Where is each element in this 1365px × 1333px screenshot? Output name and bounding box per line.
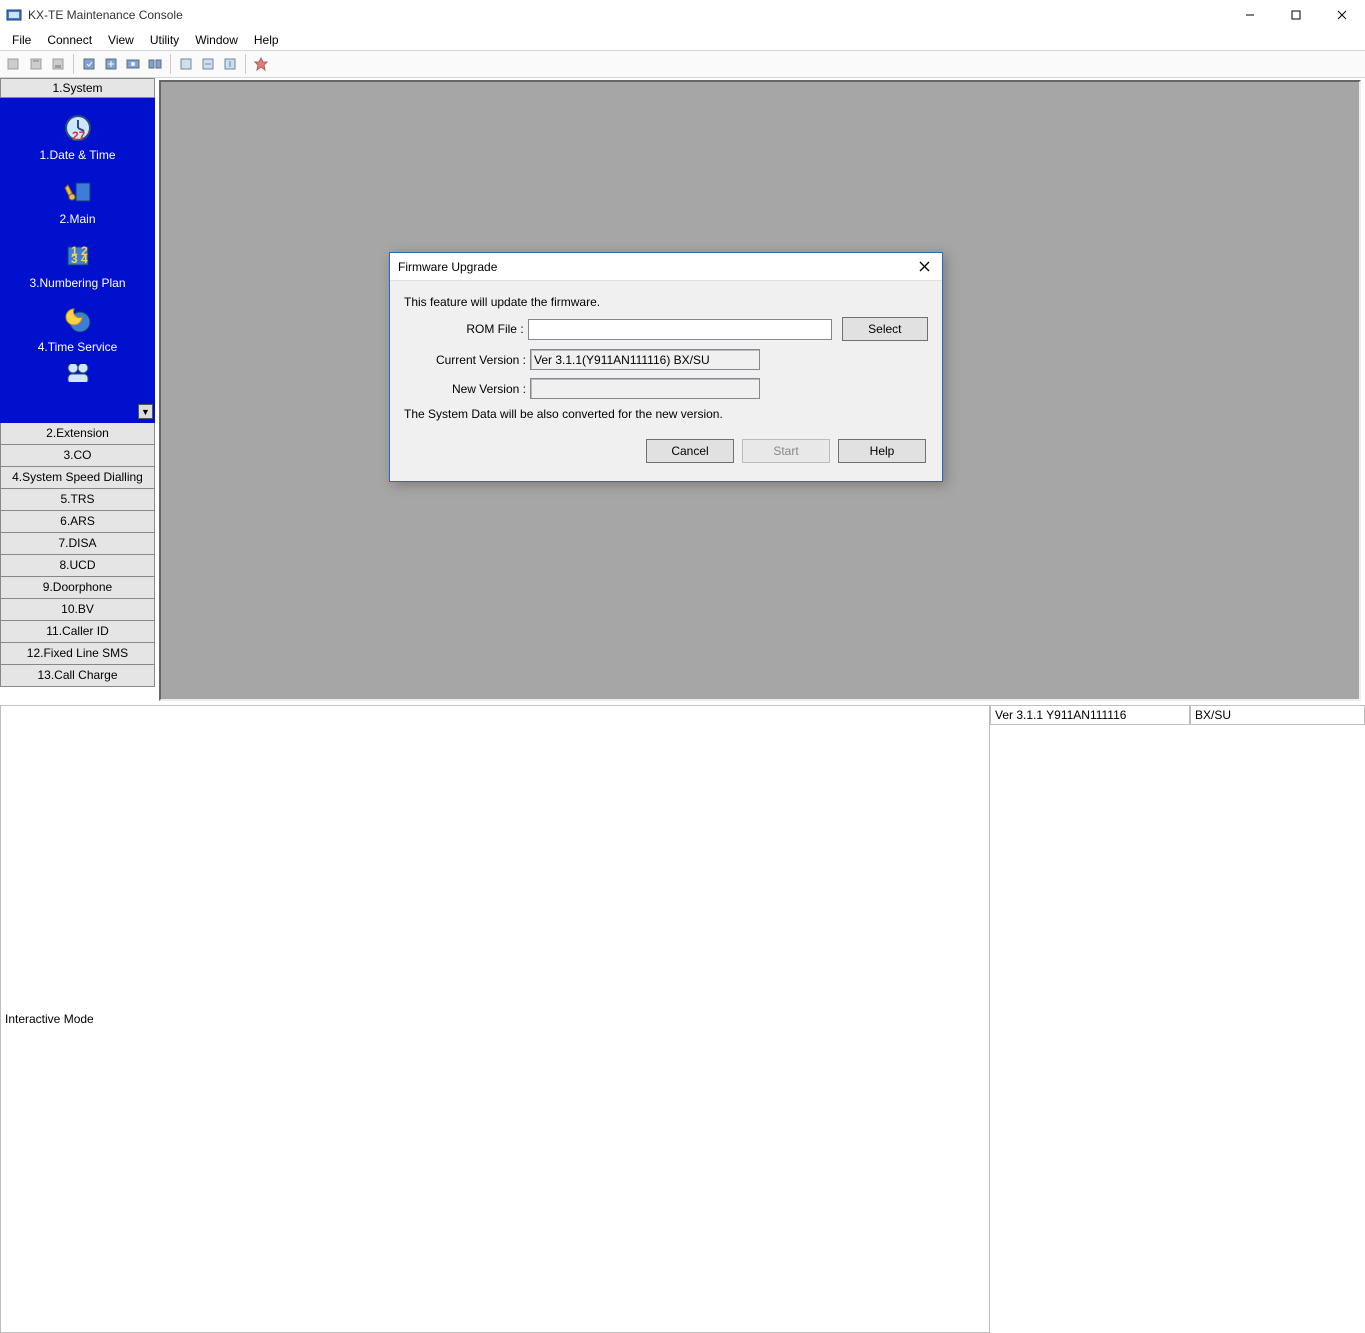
toolbar-btn-5[interactable] [101,54,121,74]
sidebar-btn-bv[interactable]: 10.BV [0,599,155,621]
sidebar-item-label: 1.Date & Time [39,148,115,162]
sidebar-btn-doorphone[interactable]: 9.Doorphone [0,577,155,599]
svg-text:3 4: 3 4 [71,252,88,266]
toolbar-btn-2[interactable] [26,54,46,74]
sidebar-btn-disa[interactable]: 7.DISA [0,533,155,555]
sidebar-btn-caller-id[interactable]: 11.Caller ID [0,621,155,643]
clock-icon: 27 [61,112,95,144]
close-button[interactable] [1319,0,1365,30]
sidebar-btn-trs[interactable]: 5.TRS [0,489,155,511]
status-version: Ver 3.1.1 Y911AN111116 [990,706,1190,725]
app-icon [6,7,22,23]
sidebar-item-main[interactable]: 2.Main [0,176,155,226]
help-button[interactable]: Help [838,439,926,463]
status-mode: Interactive Mode [0,706,990,1333]
dialog-titlebar: Firmware Upgrade [390,253,942,281]
new-version-label: New Version : [404,382,530,396]
rom-file-label: ROM File : [404,322,528,336]
new-version-field [530,378,760,399]
toolbar-btn-10[interactable] [220,54,240,74]
convert-note: The System Data will be also converted f… [404,407,928,421]
menu-utility[interactable]: Utility [142,31,187,49]
sidebar-btn-extension[interactable]: 2.Extension [0,423,155,445]
rom-file-input[interactable] [528,319,832,340]
sidebar-item-partial[interactable] [0,364,155,382]
menu-view[interactable]: View [100,31,142,49]
sidebar-buttons: 2.Extension 3.CO 4.System Speed Dialling… [0,423,155,687]
menu-window[interactable]: Window [187,31,246,49]
menu-help[interactable]: Help [246,31,287,49]
current-version-label: Current Version : [404,353,530,367]
sidebar-item-time-service[interactable]: 4.Time Service [0,304,155,354]
cancel-button[interactable]: Cancel [646,439,734,463]
toolbar-btn-7[interactable] [145,54,165,74]
toolbar-btn-9[interactable] [198,54,218,74]
sidebar-btn-call-charge[interactable]: 13.Call Charge [0,665,155,687]
sidebar-header-system[interactable]: 1.System [0,78,155,98]
sidebar-item-label: 4.Time Service [38,340,118,354]
sidebar-btn-ars[interactable]: 6.ARS [0,511,155,533]
dialog-title-text: Firmware Upgrade [398,260,914,274]
people-icon [61,364,95,382]
toolbar-btn-1[interactable] [4,54,24,74]
dialog-description: This feature will update the firmware. [404,295,928,309]
moon-clock-icon [61,304,95,336]
menu-file[interactable]: File [4,31,39,49]
toolbar-separator [170,54,171,74]
toolbar-btn-11[interactable] [251,54,271,74]
sidebar-btn-co[interactable]: 3.CO [0,445,155,467]
tools-icon [61,176,95,208]
maximize-button[interactable] [1273,0,1319,30]
toolbar [0,50,1365,78]
toolbar-btn-4[interactable] [79,54,99,74]
titlebar: KX-TE Maintenance Console [0,0,1365,30]
sidebar-item-numbering-plan[interactable]: 1 23 4 3.Numbering Plan [0,240,155,290]
menubar: File Connect View Utility Window Help [0,30,1365,50]
window-title: KX-TE Maintenance Console [28,8,1227,22]
sidebar-item-label: 2.Main [59,212,95,226]
select-button[interactable]: Select [842,317,928,341]
status-model: BX/SU [1190,706,1365,725]
sidebar-btn-ucd[interactable]: 8.UCD [0,555,155,577]
start-button: Start [742,439,830,463]
toolbar-btn-6[interactable] [123,54,143,74]
dialog-close-button[interactable] [914,257,934,277]
firmware-upgrade-dialog: Firmware Upgrade This feature will updat… [389,252,943,482]
statusbar: Interactive Mode Ver 3.1.1 Y911AN111116 … [0,705,1365,725]
sidebar-item-date-time[interactable]: 27 1.Date & Time [0,112,155,162]
toolbar-separator [245,54,246,74]
sidebar-btn-speed-dial[interactable]: 4.System Speed Dialling [0,467,155,489]
svg-text:27: 27 [72,129,86,143]
sidebar-item-label: 3.Numbering Plan [29,276,125,290]
numbering-icon: 1 23 4 [61,240,95,272]
menu-connect[interactable]: Connect [39,31,100,49]
current-version-field [530,349,760,370]
toolbar-btn-8[interactable] [176,54,196,74]
main: 1.System 27 1.Date & Time 2.Main 1 23 4 … [0,78,1365,705]
minimize-button[interactable] [1227,0,1273,30]
sidebar-active-panel: 27 1.Date & Time 2.Main 1 23 4 3.Numberi… [0,98,155,423]
sidebar-btn-sms[interactable]: 12.Fixed Line SMS [0,643,155,665]
toolbar-separator [73,54,74,74]
sidebar-scroll-down[interactable]: ▼ [138,404,153,419]
sidebar: 1.System 27 1.Date & Time 2.Main 1 23 4 … [0,78,155,705]
workspace: Firmware Upgrade This feature will updat… [159,80,1361,701]
toolbar-btn-3[interactable] [48,54,68,74]
